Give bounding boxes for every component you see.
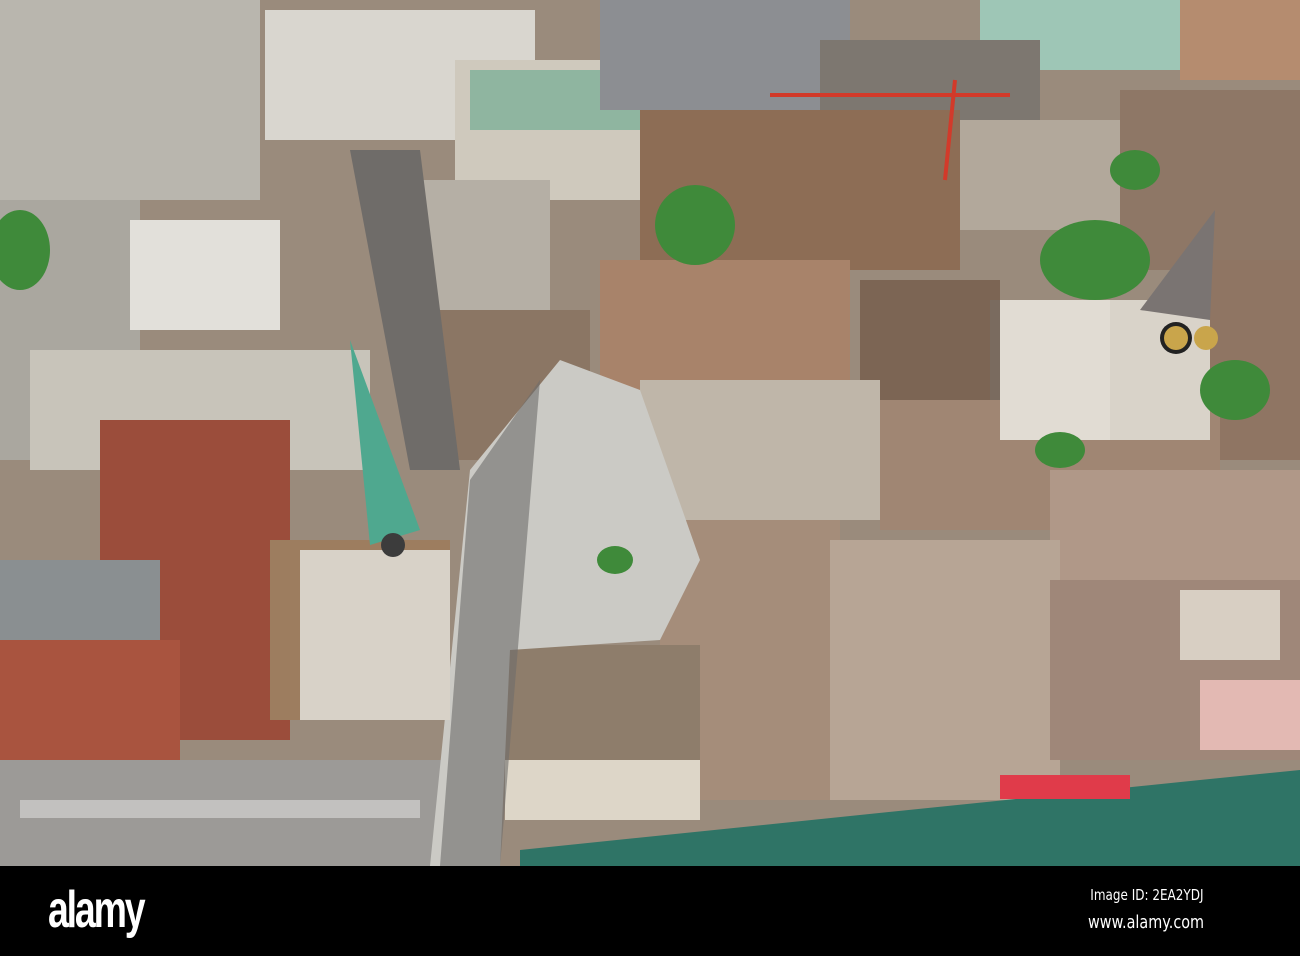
aerial-city-photo xyxy=(0,0,1300,866)
image-id-label: Image ID: 2EA2YDJ xyxy=(1090,886,1204,904)
parked-cars xyxy=(20,800,420,818)
watermark-footer: alamy Image ID: 2EA2YDJ www.alamy.com xyxy=(0,866,1300,956)
cafe-umbrellas xyxy=(1000,775,1130,799)
stock-photo-page: alamy Image ID: 2EA2YDJ www.alamy.com xyxy=(0,0,1300,956)
alamy-logo: alamy xyxy=(48,881,146,939)
site-url: www.alamy.com xyxy=(1087,912,1204,933)
